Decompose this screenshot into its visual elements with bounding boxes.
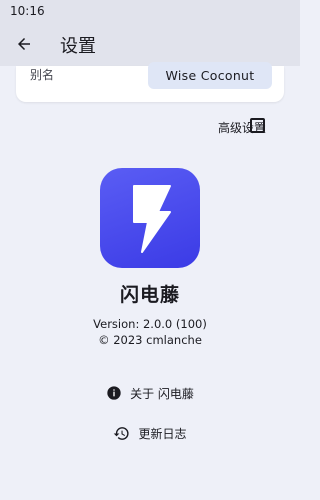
about-link-label: 关于 闪电藤	[130, 386, 194, 401]
about-link[interactable]: 关于 闪电藤	[0, 381, 300, 405]
changelog-link[interactable]: 更新日志	[0, 421, 300, 445]
status-time: 10:16	[10, 4, 45, 18]
page-title: 设置	[60, 36, 96, 57]
history-icon	[113, 425, 130, 442]
alias-label: 别名	[30, 68, 55, 82]
back-button[interactable]	[8, 28, 40, 60]
copyright-text: © 2023 cmlanche	[98, 333, 202, 347]
version-text: Version: 2.0.0 (100)	[93, 317, 207, 331]
advanced-settings-checkbox[interactable]	[250, 118, 265, 133]
app-logo	[100, 168, 200, 268]
arrow-back-icon	[15, 35, 33, 53]
alias-field[interactable]: Wise Coconut	[148, 62, 272, 89]
app-name: 闪电藤	[119, 284, 180, 306]
info-icon	[106, 385, 122, 401]
changelog-link-label: 更新日志	[138, 426, 187, 441]
status-bar: 10:16	[0, 0, 300, 22]
settings-card: 别名 Wise Coconut	[16, 62, 284, 102]
app-bar: 设置	[0, 22, 300, 66]
lightning-bolt-icon	[120, 182, 180, 254]
